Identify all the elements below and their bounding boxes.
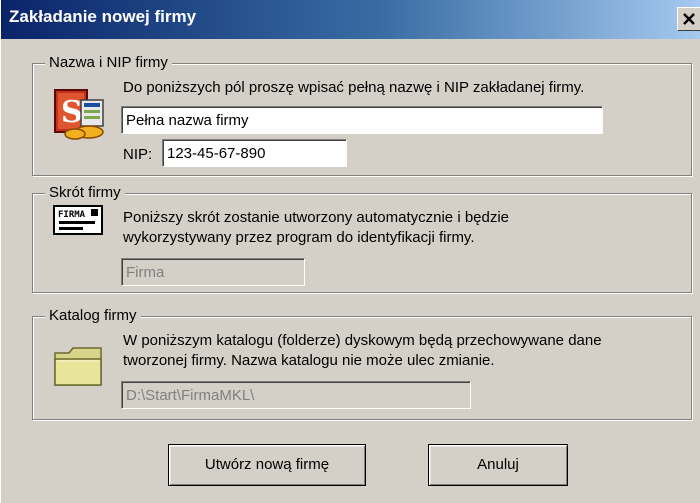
- group-short-name-description-1: Poniższy skrót zostanie utworzony automa…: [123, 209, 510, 226]
- close-icon: [683, 13, 695, 25]
- group-name-nip-legend: Nazwa i NIP firmy: [45, 54, 172, 71]
- close-button[interactable]: [677, 7, 700, 31]
- group-name-nip-description: Do poniższych pól proszę wpisać pełną na…: [123, 79, 585, 96]
- group-folder-description-1: W poniższym katalogu (folderze) dyskowym…: [123, 332, 602, 349]
- window-title: Zakładanie nowej firmy: [9, 7, 197, 26]
- group-folder-description-2: tworzonej firmy. Nazwa katalogu nie może…: [123, 352, 495, 369]
- group-short-name-description-2: wykorzystywany przez program do identyfi…: [123, 229, 475, 246]
- title-bar[interactable]: Zakładanie nowej firmy: [1, 0, 700, 39]
- dialog-window: Zakładanie nowej firmy Nazwa i NIP firmy…: [0, 0, 700, 503]
- company-app-icon: S: [54, 89, 104, 140]
- name-card-icon: FIRMA: [53, 205, 103, 235]
- nip-input[interactable]: [162, 139, 347, 167]
- nip-label: NIP:: [123, 146, 153, 163]
- create-company-button[interactable]: Utwórz nową firmę: [168, 444, 366, 486]
- cancel-button[interactable]: Anuluj: [428, 444, 568, 486]
- folder-icon: [54, 347, 102, 386]
- group-folder-legend: Katalog firmy: [45, 307, 141, 324]
- folder-path-input[interactable]: [121, 381, 471, 409]
- name-card-icon-text: FIRMA: [58, 210, 86, 220]
- group-short-name-legend: Skrót firmy: [45, 184, 125, 201]
- company-name-input[interactable]: [121, 106, 603, 134]
- svg-text:S: S: [61, 95, 83, 130]
- short-name-input[interactable]: [121, 258, 305, 286]
